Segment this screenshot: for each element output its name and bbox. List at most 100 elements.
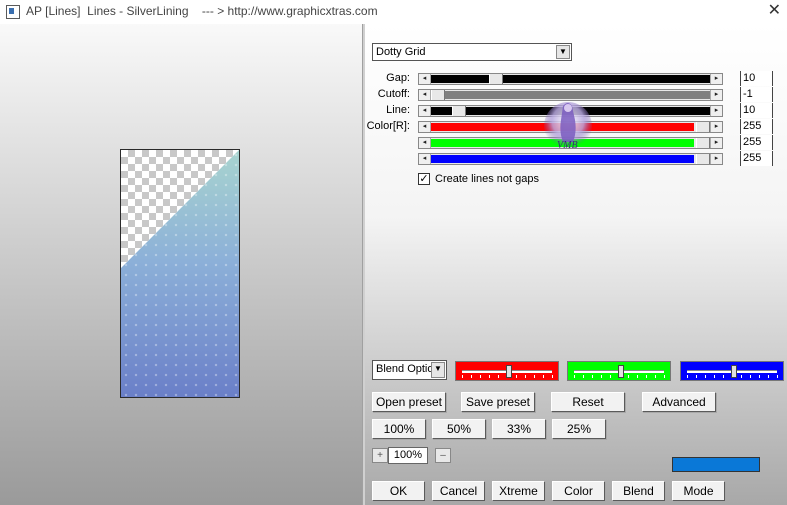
slider-tick [610, 375, 611, 378]
slider-tick [583, 375, 584, 378]
zoom-out-button[interactable]: – [435, 448, 451, 463]
arrow-left-icon[interactable]: ◂ [419, 154, 431, 164]
channel-slider-blue[interactable] [680, 361, 784, 381]
arrow-right-icon[interactable]: ▸ [710, 154, 722, 164]
zoom-50-button[interactable]: 50% [432, 419, 486, 439]
save-preset-button[interactable]: Save preset [461, 392, 535, 412]
slider-tick [768, 375, 769, 378]
value-field-line[interactable]: 10 [740, 103, 773, 118]
slider-track-fill [431, 155, 694, 163]
slider-tick [628, 375, 629, 378]
slider-tick [687, 375, 688, 378]
slider-tick [552, 375, 553, 378]
slider-label-cutoff: Cutoff: [377, 88, 410, 100]
controls-panel: Dotty Grid ▼ Gap: ◂ ▸ 10 Cutoff: ◂ ▸ -1 Line: ◂ ▸ 1… [365, 24, 787, 505]
slider-label-color_r: Color[R]: [366, 120, 410, 132]
channel-slider-green[interactable] [567, 361, 671, 381]
preview-pane [0, 24, 362, 505]
watermark-logo-icon: VMB [544, 102, 592, 151]
cancel-button[interactable]: Cancel [432, 481, 485, 501]
slider-tick [543, 375, 544, 378]
blend-options-dropdown[interactable]: Blend Optio ▼ [372, 360, 447, 380]
slider-thumb[interactable] [731, 365, 737, 378]
arrow-left-icon[interactable]: ◂ [419, 138, 431, 148]
slider-tick [759, 375, 760, 378]
color-swatch[interactable] [672, 457, 760, 472]
chevron-down-icon[interactable]: ▼ [431, 362, 445, 378]
slider-tick [646, 375, 647, 378]
slider-tick [664, 375, 665, 378]
preset-dropdown[interactable]: Dotty Grid ▼ [372, 43, 572, 61]
check-icon: ✓ [419, 173, 429, 185]
slider-thumb[interactable] [452, 106, 466, 116]
arrow-left-icon[interactable]: ◂ [419, 122, 431, 132]
close-icon[interactable]: ✕ [768, 2, 781, 20]
ok-button[interactable]: OK [372, 481, 425, 501]
zoom-in-button[interactable]: + [372, 448, 388, 463]
slider-thumb[interactable] [489, 74, 503, 84]
slider-tick [489, 375, 490, 378]
slider-label-gap: Gap: [386, 72, 410, 84]
slider-tick [637, 375, 638, 378]
slider-tick [462, 375, 463, 378]
value-field-cutoff[interactable]: -1 [740, 87, 773, 102]
slider-label-line: Line: [386, 104, 410, 116]
slider-tick [498, 375, 499, 378]
mode-button[interactable]: Mode [672, 481, 725, 501]
chevron-down-icon[interactable]: ▼ [556, 45, 570, 59]
zoom-25-button[interactable]: 25% [552, 419, 606, 439]
arrow-left-icon[interactable]: ◂ [419, 106, 431, 116]
preview-image [120, 149, 240, 398]
slider-track-fill [431, 75, 710, 83]
preset-dropdown-value: Dotty Grid [376, 46, 426, 58]
value-field-color_b[interactable]: 255 [740, 151, 773, 166]
arrow-right-icon[interactable]: ▸ [710, 138, 722, 148]
slider-tick [471, 375, 472, 378]
slider-thumb[interactable] [506, 365, 512, 378]
arrow-right-icon[interactable]: ▸ [710, 90, 722, 100]
slider-tick [574, 375, 575, 378]
color-button[interactable]: Color [552, 481, 605, 501]
slider-tick [534, 375, 535, 378]
slider-tick [777, 375, 778, 378]
title-bar: AP [Lines] Lines - SilverLining --- > ht… [0, 0, 787, 24]
value-field-color_g[interactable]: 255 [740, 135, 773, 150]
slider-thumb[interactable] [431, 90, 445, 100]
slider-tick [714, 375, 715, 378]
arrow-right-icon[interactable]: ▸ [710, 106, 722, 116]
advanced-button[interactable]: Advanced [642, 392, 716, 412]
slider-tick [750, 375, 751, 378]
slider-thumb[interactable] [696, 122, 710, 132]
slider-tick [480, 375, 481, 378]
slider-thumb[interactable] [696, 154, 710, 164]
arrow-left-icon[interactable]: ◂ [419, 74, 431, 84]
slider-tick [516, 375, 517, 378]
xtreme-button[interactable]: Xtreme [492, 481, 545, 501]
slider-tick [723, 375, 724, 378]
value-field-gap[interactable]: 10 [740, 71, 773, 86]
slider-tick [705, 375, 706, 378]
arrow-right-icon[interactable]: ▸ [710, 74, 722, 84]
arrow-left-icon[interactable]: ◂ [419, 90, 431, 100]
create-lines-label: Create lines not gaps [435, 173, 539, 185]
slider-tick [601, 375, 602, 378]
slider-tick [655, 375, 656, 378]
reset-button[interactable]: Reset [551, 392, 625, 412]
zoom-33-button[interactable]: 33% [492, 419, 546, 439]
svg-text:VMB: VMB [557, 140, 578, 151]
value-field-color_r[interactable]: 255 [740, 119, 773, 134]
zoom-100-button[interactable]: 100% [372, 419, 426, 439]
slider-thumb[interactable] [618, 365, 624, 378]
blend-button[interactable]: Blend [612, 481, 665, 501]
open-preset-button[interactable]: Open preset [372, 392, 446, 412]
app-icon [6, 5, 20, 19]
channel-slider-red[interactable] [455, 361, 559, 381]
slider-tick [741, 375, 742, 378]
slider-tick [592, 375, 593, 378]
slider-tick [696, 375, 697, 378]
arrow-right-icon[interactable]: ▸ [710, 122, 722, 132]
slider-thumb[interactable] [696, 138, 710, 148]
slider-gap[interactable]: ◂ ▸ [418, 73, 723, 85]
create-lines-checkbox[interactable]: ✓ [418, 173, 430, 185]
zoom-level: 100% [388, 447, 428, 464]
